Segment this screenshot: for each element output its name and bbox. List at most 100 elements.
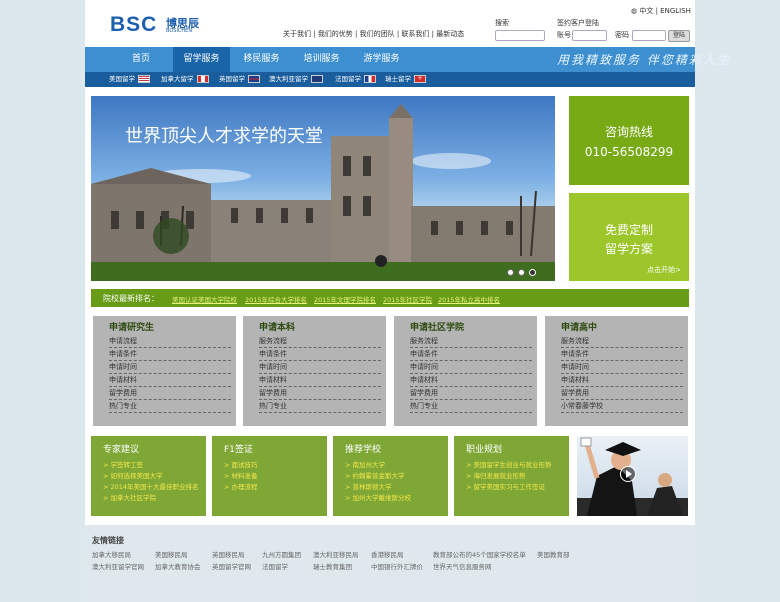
lang-chinese[interactable]: 中文 [639, 7, 653, 15]
friend-link[interactable]: 世界天气信息服务网 [433, 561, 492, 571]
list-item[interactable]: > 加州大学戴维斯分校 [345, 493, 411, 504]
top-link-news[interactable]: 最新动态 [436, 30, 464, 38]
custom-plan-box[interactable]: 免费定制 留学方案 点击开始> [569, 193, 689, 281]
subnav-australia[interactable]: 澳大利亚留学 [269, 72, 323, 87]
friend-link[interactable]: 加拿大教育协会 [155, 561, 201, 571]
panel-title[interactable]: 专家建议 [103, 442, 139, 455]
list-item[interactable]: > 美国留学生创业与就业形势 [466, 460, 552, 471]
list-item[interactable]: > 面试技巧 [224, 460, 258, 471]
carousel-dot-3[interactable] [529, 269, 536, 276]
login-button[interactable]: 登陆 [668, 30, 690, 42]
friend-link[interactable]: 教育部公布的45个国家学校名单 [433, 549, 526, 559]
list-item[interactable]: > 学签转工签 [103, 460, 199, 471]
list-item[interactable]: 申请材料 [561, 374, 683, 387]
friend-link[interactable]: 九州方圆集团 [262, 549, 301, 559]
category-title[interactable]: 申请研究生 [109, 320, 154, 333]
list-item[interactable]: 服务流程 [410, 335, 532, 348]
list-item[interactable]: 申请时间 [410, 361, 532, 374]
panel-title[interactable]: 职业规划 [466, 442, 502, 455]
list-item[interactable]: 小常春藤学校 [561, 400, 683, 413]
list-item[interactable]: 申请材料 [410, 374, 532, 387]
panel-title[interactable]: 推荐学校 [345, 442, 381, 455]
list-item[interactable]: 申请时间 [109, 361, 231, 374]
list-item[interactable]: 留学费用 [410, 387, 532, 400]
panel-title[interactable]: F1签证 [224, 442, 253, 455]
list-item[interactable]: 申请条件 [410, 348, 532, 361]
list-item[interactable]: > 加拿大社区学院 [103, 493, 199, 504]
nav-home[interactable]: 首页 [117, 47, 165, 72]
friend-link[interactable]: 香港移民局 [371, 549, 404, 559]
lang-english[interactable]: ENGLISH [660, 7, 691, 15]
site-logo[interactable]: BSC 博思辰 BOSICHEN [110, 14, 200, 36]
list-item[interactable]: > 材料准备 [224, 471, 258, 482]
ranking-link-3[interactable]: 2015年文理学院排名 [314, 294, 376, 304]
category-title[interactable]: 申请高中 [561, 320, 597, 333]
hero-banner[interactable]: 世界顶尖人才求学的天堂 [91, 96, 555, 281]
ranking-link-2[interactable]: 2015年综合大学排名 [245, 294, 307, 304]
ranking-link-5[interactable]: 2015年私立高中排名 [438, 294, 500, 304]
friend-link[interactable]: 瑞士教育集团 [313, 561, 352, 571]
subnav-canada[interactable]: 加拿大留学 [161, 72, 209, 87]
friend-link[interactable]: 英国移民局 [212, 549, 245, 559]
subnav-france[interactable]: 法国留学 [335, 72, 376, 87]
list-item[interactable]: 热门专业 [410, 400, 532, 413]
nav-immigration[interactable]: 移民服务 [233, 47, 290, 72]
top-link-contact[interactable]: 联系我们 [401, 30, 429, 38]
custom-plan-cta[interactable]: 点击开始> [647, 265, 681, 275]
carousel-dot-1[interactable] [507, 269, 514, 276]
ranking-title: 院校最新排名： [103, 294, 159, 303]
list-item[interactable]: > 2014年美国十大最佳职业排名 [103, 482, 199, 493]
list-item[interactable]: > 如何选择美国大学 [103, 471, 199, 482]
nav-training[interactable]: 培训服务 [293, 47, 350, 72]
list-item[interactable]: 申请条件 [109, 348, 231, 361]
list-item[interactable]: 留学费用 [561, 387, 683, 400]
subnav-france-label: 法国留学 [335, 75, 361, 83]
friend-link[interactable]: 美国移民局 [155, 549, 188, 559]
list-item[interactable]: > 海归发展就业形势 [466, 471, 552, 482]
list-item[interactable]: 热门专业 [109, 400, 231, 413]
list-item[interactable]: 申请材料 [259, 374, 381, 387]
nav-study-abroad[interactable]: 留学服务 [173, 47, 230, 72]
list-item[interactable]: > 办理流程 [224, 482, 258, 493]
list-item[interactable]: > 约翰霍普金斯大学 [345, 471, 411, 482]
list-item[interactable]: 热门专业 [259, 400, 381, 413]
list-item[interactable]: 申请流程 [109, 335, 231, 348]
category-title[interactable]: 申请社区学院 [410, 320, 464, 333]
password-input[interactable] [632, 30, 666, 41]
subnav-uk[interactable]: 英国留学 [219, 72, 260, 87]
ranking-link-1[interactable]: 美国认证美国大学院校 [172, 294, 237, 304]
friend-link[interactable]: 中国银行外汇牌价 [371, 561, 423, 571]
subnav-usa[interactable]: 美国留学 [109, 72, 150, 87]
play-icon[interactable] [620, 466, 636, 482]
list-item[interactable]: 留学费用 [259, 387, 381, 400]
hotline-box[interactable]: 咨询热线 010-56508299 [569, 96, 689, 185]
friend-link[interactable]: 英国留学官网 [212, 561, 251, 571]
list-item[interactable]: 申请时间 [561, 361, 683, 374]
list-item[interactable]: 服务流程 [561, 335, 683, 348]
top-link-advantages[interactable]: 我们的优势 [318, 30, 353, 38]
list-item[interactable]: 申请时间 [259, 361, 381, 374]
friend-link[interactable]: 美国教育部 [537, 549, 570, 559]
category-title[interactable]: 申请本科 [259, 320, 295, 333]
list-item[interactable]: 服务流程 [259, 335, 381, 348]
carousel-dot-2[interactable] [518, 269, 525, 276]
top-link-team[interactable]: 我们的团队 [360, 30, 395, 38]
account-input[interactable] [572, 30, 607, 41]
ranking-link-4[interactable]: 2015年社区学院 [383, 294, 432, 304]
friend-link[interactable]: 加拿大移民局 [92, 549, 131, 559]
list-item[interactable]: > 留学美国实习与工作签证 [466, 482, 552, 493]
friend-link[interactable]: 澳大利亚移民局 [313, 549, 359, 559]
list-item[interactable]: 申请条件 [259, 348, 381, 361]
search-input[interactable] [495, 30, 545, 41]
subnav-switzerland[interactable]: 瑞士留学 + [385, 72, 426, 87]
list-item[interactable]: > 南加州大学 [345, 460, 411, 471]
top-link-about[interactable]: 关于我们 [283, 30, 311, 38]
friend-link[interactable]: 法国留学 [262, 561, 288, 571]
list-item[interactable]: > 普林斯顿大学 [345, 482, 411, 493]
friend-link[interactable]: 澳大利亚留学官网 [92, 561, 144, 571]
list-item[interactable]: 留学费用 [109, 387, 231, 400]
nav-study-tours[interactable]: 游学服务 [353, 47, 410, 72]
main-nav: 首页 留学服务 移民服务 培训服务 游学服务 用我精致服务 伴您精彩人生 [85, 47, 729, 72]
list-item[interactable]: 申请条件 [561, 348, 683, 361]
list-item[interactable]: 申请材料 [109, 374, 231, 387]
